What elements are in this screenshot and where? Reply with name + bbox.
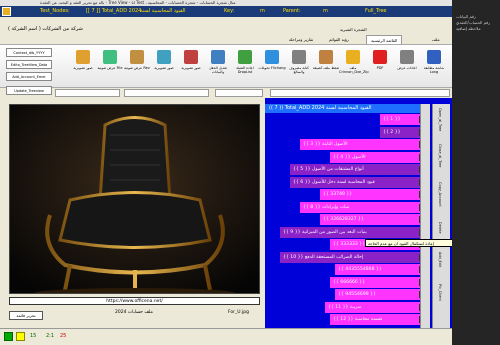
status-c: 25 xyxy=(60,333,67,339)
tree-row[interactable]: {{ 10 }} إحالة الضرائب المستحقة الدفع xyxy=(280,251,420,263)
edit-field-button[interactable]: تعديل الحقل والبيانات xyxy=(204,48,232,86)
parent-value: m xyxy=(323,8,328,14)
combo-3[interactable] xyxy=(215,89,263,97)
redisplay-button[interactable]: اعادات عرض xyxy=(393,48,421,86)
update-treeview-button[interactable]: Update_Treeview xyxy=(6,86,52,95)
archive-icon xyxy=(319,50,333,64)
add-account-button[interactable]: Add_Account_Emer xyxy=(6,72,52,81)
tree-row[interactable]: {{ 2 }} xyxy=(380,126,420,138)
gear-icon xyxy=(400,50,414,64)
right-panel-line-3: ملاحظة إضافية xyxy=(456,26,481,31)
tree-row[interactable]: {{ 4435554888 }} xyxy=(335,264,420,275)
edit-list-button[interactable]: تحرير قائمة xyxy=(9,311,43,320)
photo-icon xyxy=(157,50,171,64)
key-value: m xyxy=(260,8,265,14)
image-icon xyxy=(103,50,117,64)
status-yellow-icon xyxy=(16,332,25,341)
combo-1[interactable] xyxy=(55,89,120,97)
tree-row[interactable]: {{ 94554699 }} xyxy=(335,289,420,300)
vertical-toolbar-1 xyxy=(420,104,430,328)
pic-client-button[interactable]: Pic_Client xyxy=(438,284,442,301)
test-nodes-value: [[ 7 ]] Total_ADD 2024 xyxy=(86,8,142,14)
tree-row[interactable]: {{ 33749 }} xyxy=(320,189,420,200)
status-b: 2:1 xyxy=(46,333,55,339)
url-label: https://www.officena.net/ xyxy=(9,297,260,305)
tree-row[interactable]: {{ 4 }} الأصول xyxy=(330,151,420,163)
app-window: بالة مع تحرير العقد و البحث عن العقدة - … xyxy=(0,0,475,345)
tab-main[interactable]: القائمة الرئيسية xyxy=(366,35,403,44)
nav-bar: Test_Nodes: [[ 7 ]] Total_ADD 2024 القيو… xyxy=(0,6,452,17)
app-icon xyxy=(2,7,11,16)
edit-icon xyxy=(211,50,225,64)
pdf-icon xyxy=(373,50,387,64)
photo-button-2[interactable]: صور تصويرية xyxy=(150,48,178,86)
status-bar: 15 2:1 25 xyxy=(0,328,452,345)
conversions-button[interactable]: تحويلات Flichang xyxy=(258,48,286,86)
note-icon xyxy=(292,50,306,64)
edit-treeview-data-button[interactable]: Edita_TreeView_Data xyxy=(6,60,52,69)
context-dib-button[interactable]: Context_dib_YYYY xyxy=(6,48,52,57)
photo-icon xyxy=(184,50,198,64)
monitor-icon xyxy=(427,50,441,64)
add-edit-button[interactable]: Add_Edit xyxy=(438,252,442,267)
open-all-tree-button[interactable]: Open_al_Tree xyxy=(438,108,442,131)
photo-button-1[interactable]: صور تصويرية xyxy=(177,48,205,86)
right-panel: رقم البيانات رقم الحساب/العقدي ملاحظة إض… xyxy=(452,0,500,345)
tree-row[interactable]: {{ 9 }} بنيات البعد بين الصور من الميزان… xyxy=(280,226,420,238)
tree-row[interactable]: {{ 5 }} أنواع المشتقات من الأصول xyxy=(290,164,420,175)
tree-row[interactable]: {{ 8 }} بنيات وإيرادات xyxy=(300,201,420,213)
copy-account-button[interactable]: Copy_Account xyxy=(438,182,442,207)
write-expense-button[interactable]: كتابة مصروف والمبالغ xyxy=(285,48,313,86)
preview-image xyxy=(9,104,260,294)
image-file-name: For_U.jpg xyxy=(228,310,249,315)
delete-button[interactable]: Delete xyxy=(438,222,442,234)
accounts-caption: القيود المحاسبية لسنة xyxy=(140,8,186,14)
vertical-toolbar-2: Open_al_Tree Close_al_Tree Copy_Account … xyxy=(432,104,450,328)
right-panel-line-2: رقم الحساب/العقدي xyxy=(456,20,491,25)
globe-icon xyxy=(265,50,279,64)
tree-row[interactable]: {{ 1 }} xyxy=(380,114,420,125)
chair-photo xyxy=(10,105,259,293)
combo-2[interactable] xyxy=(124,89,209,97)
tab-view[interactable]: رؤية القوائم xyxy=(325,35,353,44)
company-name: شركة من الشركات ( اسم الشركة ) xyxy=(8,26,83,32)
search-combo[interactable] xyxy=(270,89,450,97)
status-green-icon xyxy=(4,332,13,341)
compress-button[interactable]: ضغط ملف كصيغة xyxy=(312,48,340,86)
image-file-button[interactable]: عرض صوتية File xyxy=(96,48,124,86)
image-icon xyxy=(130,50,144,64)
zip-file-button[interactable]: ملف Crinnon_Dxe_Zip xyxy=(339,48,369,86)
photo-icon xyxy=(76,50,90,64)
image-rev-button[interactable]: عرض صوتية Rev xyxy=(123,48,151,86)
tab-file[interactable]: ملف xyxy=(428,35,444,44)
status-a: 15 xyxy=(30,333,37,339)
tree-row[interactable]: {{ 11 }} ضريبة xyxy=(325,301,420,313)
tree-row[interactable]: {{ 666666 }} xyxy=(330,276,420,288)
refill-droplist-button[interactable]: اعادة التعبئة DropList xyxy=(231,48,259,86)
image-caption: ملف حسابات 2024 xyxy=(115,310,153,315)
key-label: Key: xyxy=(224,8,235,14)
close-all-tree-button[interactable]: Close_al_Tree xyxy=(438,144,442,167)
clipboard-icon xyxy=(238,50,252,64)
parent-label: Parent: xyxy=(283,8,301,14)
tree-tab-label: الشجرة الشبرية xyxy=(340,27,367,32)
pdf-button[interactable]: PDF xyxy=(366,48,394,86)
tree-row[interactable]: {{ 326628327 }} xyxy=(320,214,420,225)
full-tree-label: Full_Tree xyxy=(365,8,387,14)
photo-button-3[interactable]: صور تصويرية xyxy=(69,48,97,86)
tree-row[interactable]: {{ 6 }} قيود المحاسبة لسنة دخل للأصول xyxy=(290,176,420,188)
tree-header: (( 7 )) Total_ADD 2024 القيود المحاسبية … xyxy=(265,104,420,113)
test-nodes-label: Test_Nodes: xyxy=(40,8,70,14)
right-panel-line-1: رقم البيانات xyxy=(456,14,476,19)
tab-reports[interactable]: تقارير ومراحلة xyxy=(285,35,317,44)
tree-row[interactable]: {{ 3 }} الأصول الثابتة xyxy=(300,139,420,150)
folder-icon xyxy=(346,50,360,64)
tree-row[interactable]: {{ 12 }} قسمة محاسبة xyxy=(330,314,420,325)
ribbon: شاشة مطابقة Long اعادات عرض PDF ملف Crin… xyxy=(0,44,452,88)
long-screen-button[interactable]: شاشة مطابقة Long xyxy=(420,48,448,86)
